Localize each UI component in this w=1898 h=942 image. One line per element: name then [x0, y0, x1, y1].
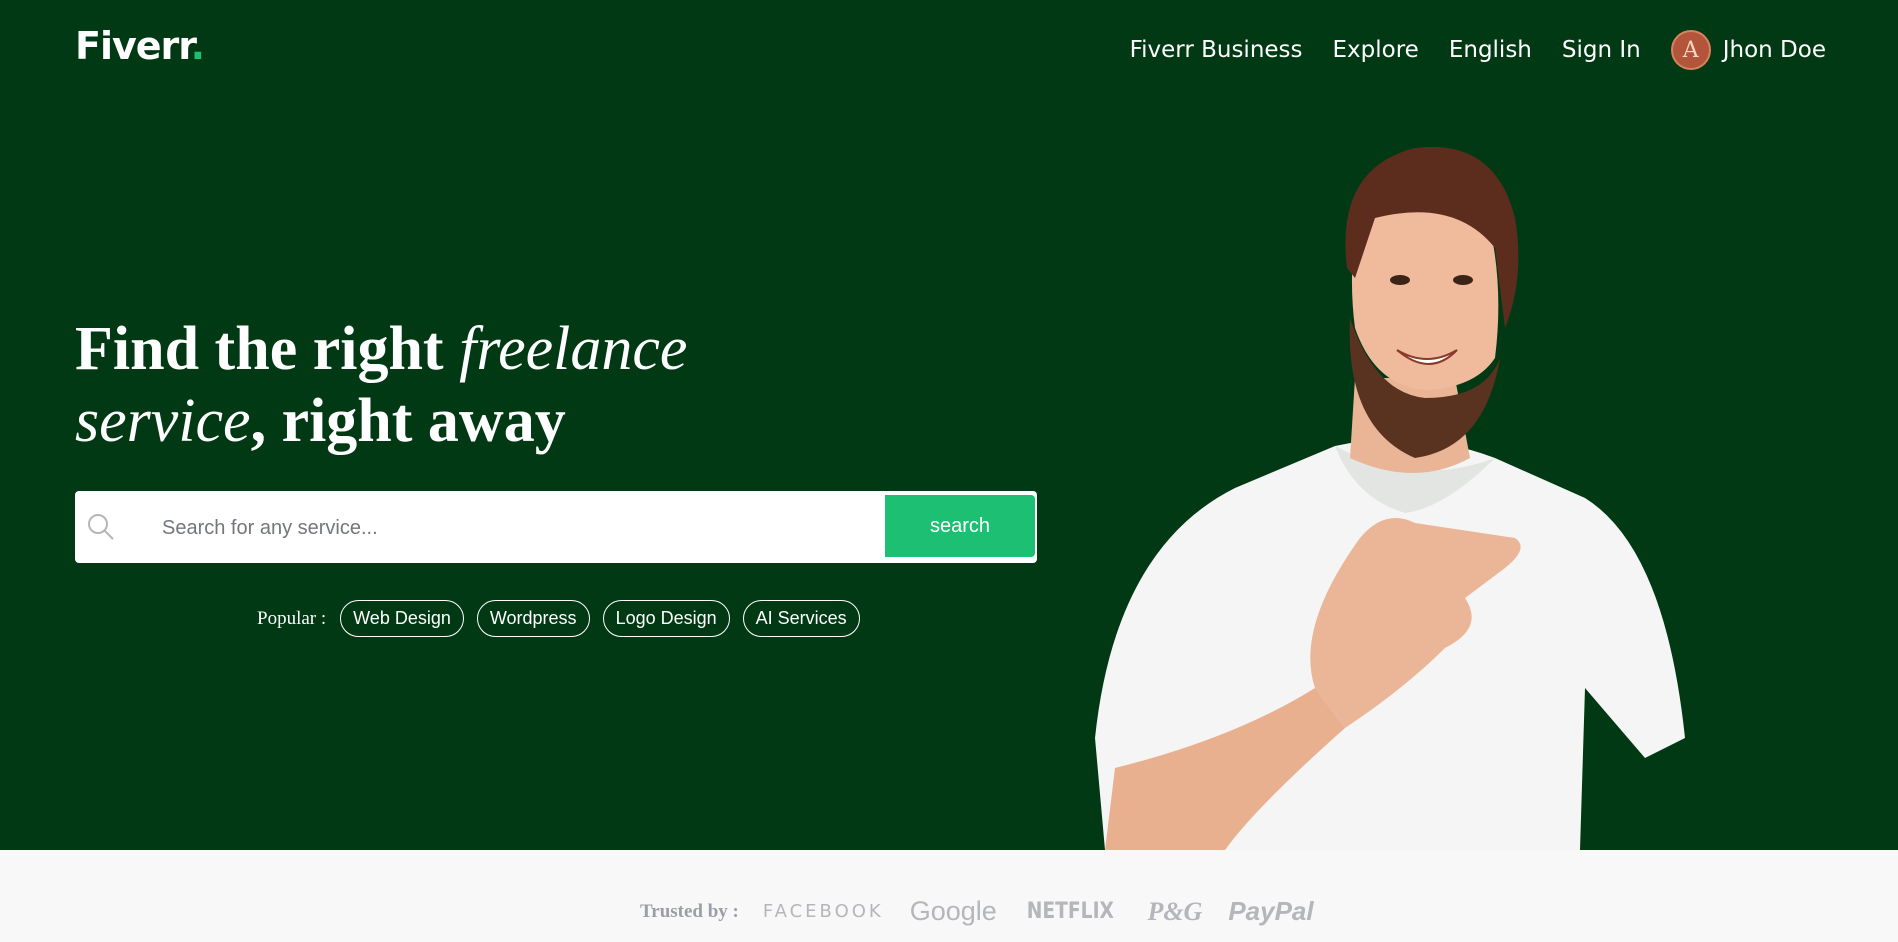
user-menu[interactable]: A Jhon Doe [1670, 30, 1826, 70]
search-input[interactable] [160, 505, 944, 551]
hero-section: Fiverr. Fiverr Business Explore English … [0, 0, 1898, 850]
popular-tag-ai-services[interactable]: AI Services [742, 600, 860, 637]
paypal-logo: PayPal [1228, 896, 1314, 926]
user-name[interactable]: Jhon Doe [1723, 37, 1826, 63]
hero-headline: Find the right freelance service, right a… [75, 313, 835, 457]
search-button[interactable]: search [885, 495, 1035, 557]
headline-part1: Find the right [75, 315, 460, 383]
nav-links: Fiverr Business Explore English Sign In … [1100, 30, 1826, 70]
facebook-logo: FACEBOOK [762, 901, 884, 922]
headline-part2: , right away [250, 387, 566, 455]
search-bar: search [75, 491, 1037, 563]
google-logo: Google [909, 896, 997, 926]
logo-dot: . [190, 24, 205, 68]
trusted-label: Trusted by : [640, 900, 739, 922]
nav-language[interactable]: English [1449, 37, 1532, 63]
nav-fiverr-business[interactable]: Fiverr Business [1130, 37, 1303, 63]
trusted-by-bar: Trusted by : FACEBOOK Google NETFLIX P&G… [0, 850, 1898, 942]
top-navbar: Fiverr. Fiverr Business Explore English … [0, 0, 1898, 100]
nav-sign-in[interactable]: Sign In [1562, 37, 1641, 63]
popular-tag-web-design[interactable]: Web Design [340, 600, 464, 637]
pg-logo: P&G [1147, 896, 1203, 926]
search-icon [88, 514, 114, 540]
popular-tag-wordpress[interactable]: Wordpress [476, 600, 590, 637]
trusted-by-row: Trusted by : FACEBOOK Google NETFLIX P&G… [640, 896, 1340, 927]
hero-person-image [1095, 146, 1685, 850]
netflix-logo: NETFLIX [1026, 899, 1114, 924]
popular-searches: Popular : Web Design Wordpress Logo Desi… [257, 600, 873, 637]
nav-explore[interactable]: Explore [1333, 37, 1419, 63]
avatar-icon[interactable]: A [1670, 30, 1711, 70]
popular-tag-logo-design[interactable]: Logo Design [602, 600, 730, 637]
headline-italic-freelance: freelance [459, 315, 688, 383]
popular-label: Popular : [257, 607, 327, 629]
logo-text: Fiverr [75, 24, 192, 68]
headline-italic-service: service [75, 387, 251, 455]
fiverr-logo[interactable]: Fiverr. [75, 24, 205, 68]
